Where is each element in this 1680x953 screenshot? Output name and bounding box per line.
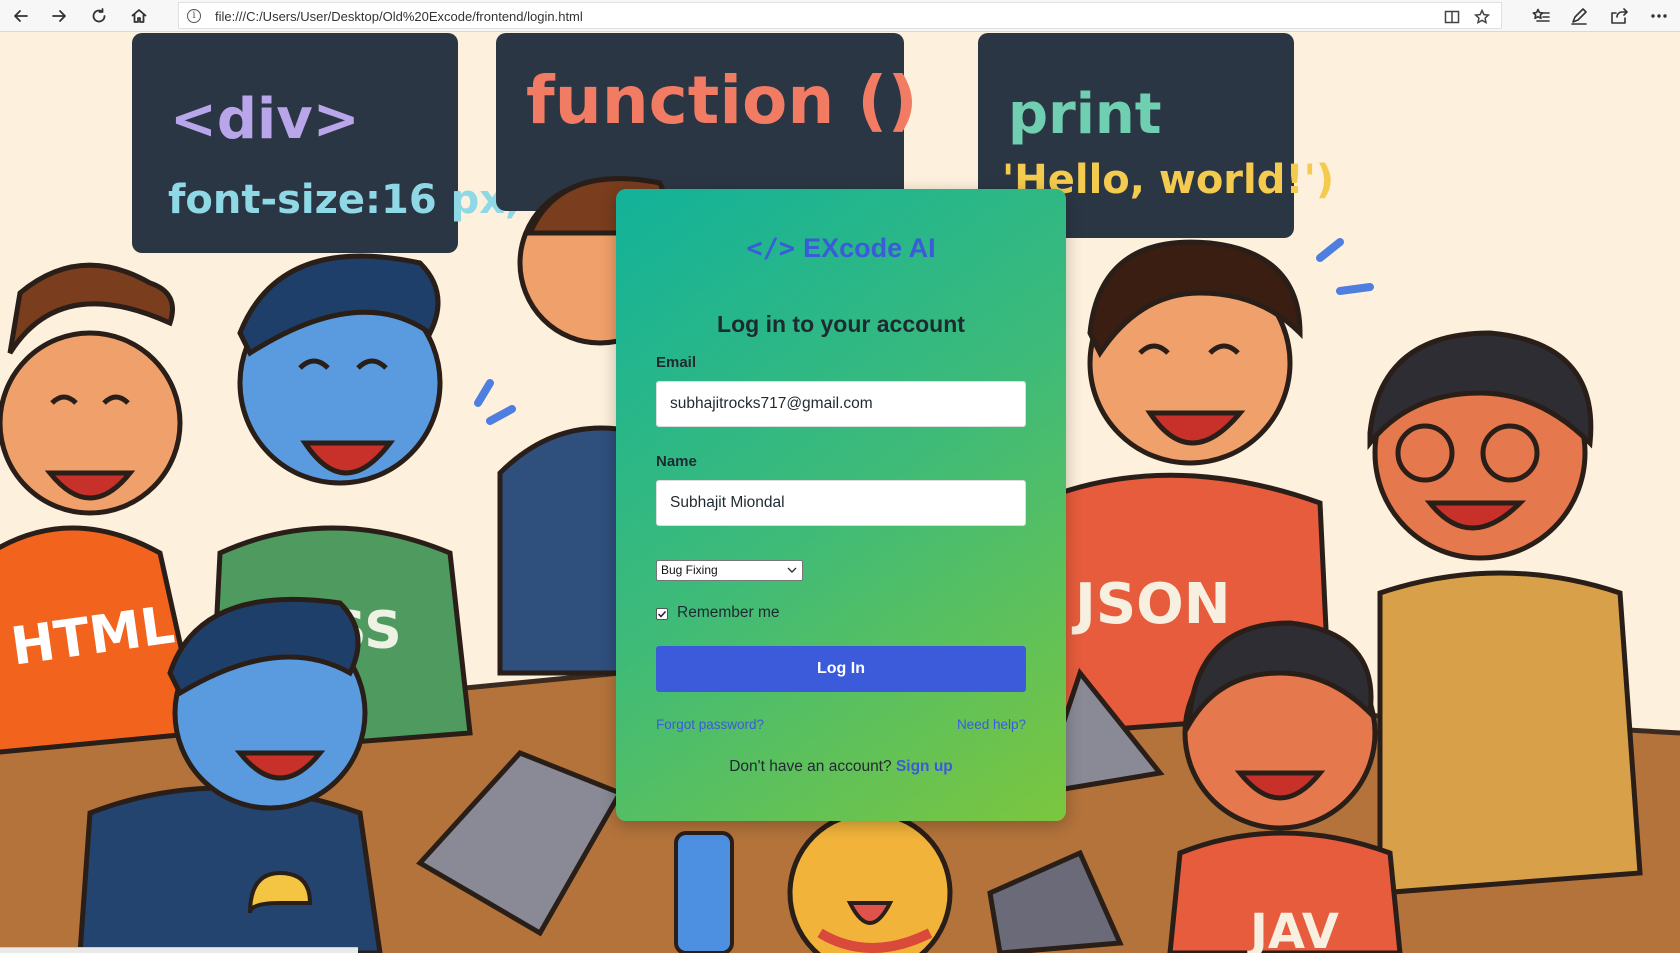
brand-logo[interactable]: </> EXcode AI (616, 233, 1066, 264)
arrow-right-icon (52, 10, 66, 22)
shirt-java-text: JAV (1247, 904, 1339, 953)
name-label: Name (656, 453, 697, 470)
brand-name: EXcode AI (803, 233, 936, 263)
horizontal-scrollbar[interactable] (0, 947, 358, 953)
url-text[interactable]: file:///C:/Users/User/Desktop/Old%20Exco… (215, 9, 583, 24)
forgot-password-link[interactable]: Forgot password? (656, 717, 764, 732)
login-button[interactable]: Log In (656, 646, 1026, 692)
reading-view-button[interactable] (1441, 6, 1463, 28)
remember-me-checkbox[interactable] (656, 608, 668, 620)
checkmark-icon (657, 610, 667, 618)
need-help-link[interactable]: Need help? (957, 717, 1026, 732)
email-label: Email (656, 354, 697, 371)
signup-prompt: Don't have an account? (729, 758, 892, 775)
code-brackets-icon: </> (746, 233, 796, 264)
chevron-down-icon (787, 567, 797, 573)
share-button[interactable] (1606, 3, 1632, 29)
favorites-list-icon (1532, 8, 1550, 22)
arrow-left-icon (14, 10, 28, 22)
share-icon (1611, 8, 1628, 24)
board-left-line1: <div> (170, 87, 360, 152)
pen-icon (1571, 8, 1587, 25)
web-note-button[interactable] (1566, 3, 1592, 29)
shirt-json-text: JSON (1071, 572, 1231, 637)
reading-view-icon (1444, 10, 1460, 24)
forward-button[interactable] (46, 3, 72, 29)
topic-select[interactable]: Bug Fixing (656, 560, 803, 581)
dog (787, 810, 953, 953)
login-card: </> EXcode AI Log in to your account Ema… (616, 189, 1066, 821)
email-field[interactable]: subhajitrocks717@gmail.com (656, 381, 1026, 427)
chalkboard-center: function () (496, 33, 918, 211)
signup-link[interactable]: Sign up (896, 758, 953, 775)
back-button[interactable] (8, 3, 34, 29)
page-title: Log in to your account (717, 311, 965, 337)
remember-me-label[interactable]: Remember me (677, 604, 780, 622)
refresh-icon (92, 8, 106, 23)
more-dots-icon (1651, 14, 1667, 18)
board-center-text: function () (526, 62, 918, 139)
name-field[interactable]: Subhajit Miondal (656, 480, 1026, 526)
topic-select-value: Bug Fixing (661, 563, 718, 577)
water-bottle (674, 831, 734, 953)
favorite-button[interactable] (1471, 6, 1493, 28)
refresh-button[interactable] (86, 3, 112, 29)
home-icon (131, 9, 147, 23)
more-button[interactable] (1646, 3, 1672, 29)
favorites-hub-button[interactable] (1528, 3, 1554, 29)
browser-toolbar: i file:///C:/Users/User/Desktop/Old%20Ex… (0, 0, 1680, 32)
info-icon[interactable]: i (187, 9, 201, 23)
home-button[interactable] (126, 3, 152, 29)
board-right-line1: print (1008, 82, 1162, 147)
address-bar[interactable]: i file:///C:/Users/User/Desktop/Old%20Ex… (178, 2, 1502, 29)
star-icon (1474, 9, 1490, 24)
signup-row: Don't have an account? Sign up (616, 758, 1066, 776)
board-left-line2: font-size:16 px, (168, 177, 520, 223)
